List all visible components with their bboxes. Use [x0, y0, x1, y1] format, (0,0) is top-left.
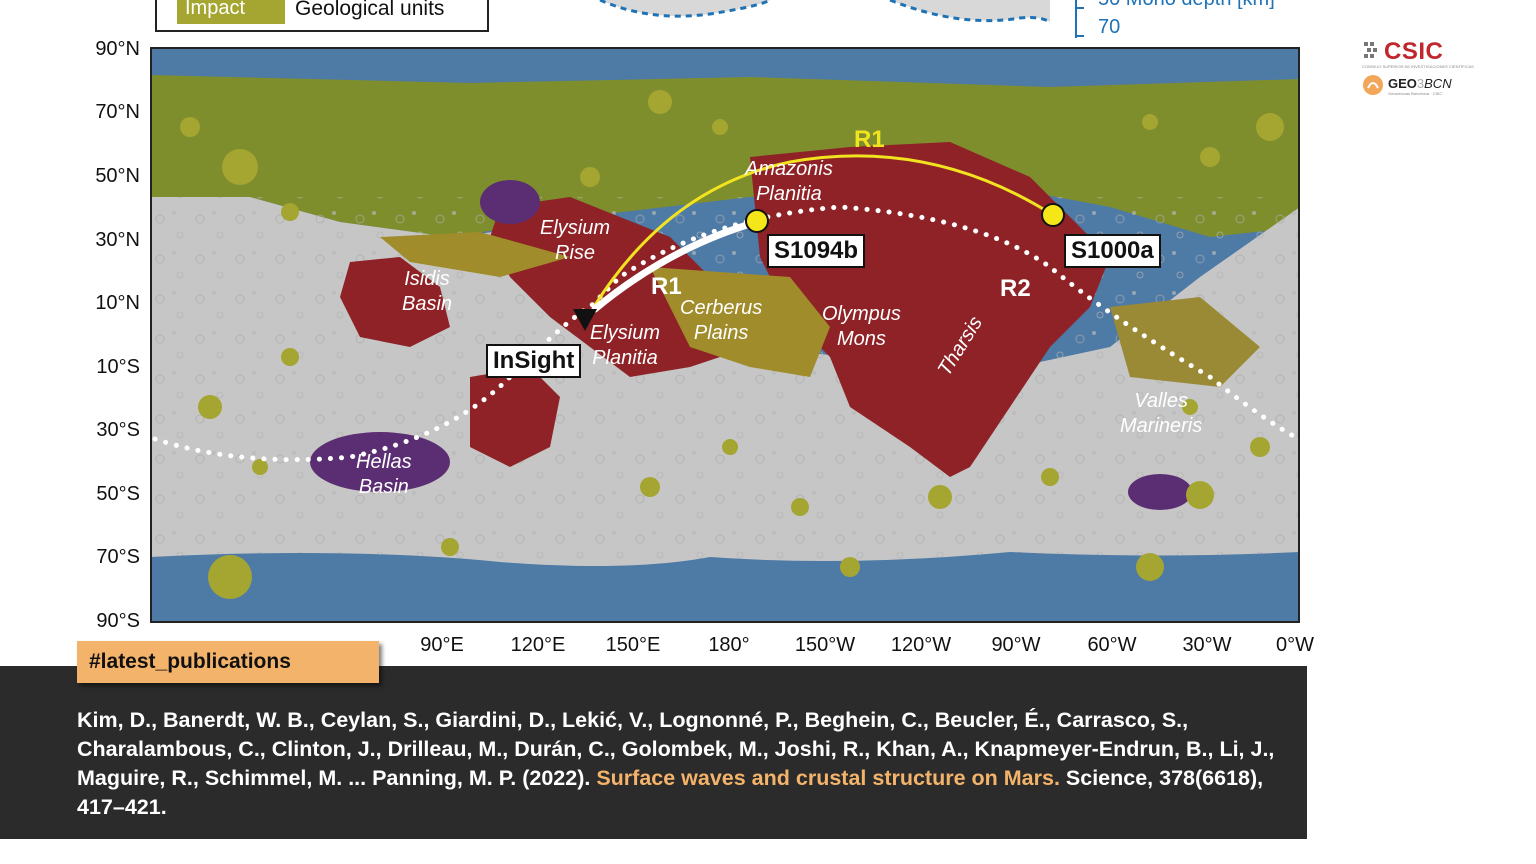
utopia-purple: [480, 180, 540, 224]
southern-basin-blue: [150, 552, 1300, 623]
s1000a-marker: [1041, 203, 1065, 227]
region-olympus-mons: Olympus Mons: [822, 303, 901, 350]
geo3bcn-geo: GEO: [1388, 76, 1417, 91]
legend-geological-units-label: Geological units: [295, 0, 445, 20]
lat-tick: 70°N: [95, 101, 140, 123]
csic-emblem-icon: [1364, 42, 1377, 58]
s1094b-marker: [745, 209, 769, 233]
lon-tick: 120°W: [890, 634, 952, 656]
lat-tick: 10°S: [96, 356, 140, 378]
lat-tick: 30°S: [96, 419, 140, 441]
lon-tick: 150°E: [605, 634, 661, 656]
latest-publications-label: #latest_publications: [89, 650, 291, 673]
latest-publications-tag: #latest_publications: [77, 641, 379, 683]
lat-tick: 30°N: [95, 229, 140, 251]
citation-title[interactable]: Surface waves and crustal structure on M…: [596, 766, 1060, 790]
lat-tick: 90°S: [96, 610, 140, 632]
lon-tick: 90°E: [420, 634, 464, 656]
station-tag-s1000a: S1000a: [1064, 234, 1161, 268]
lon-tick: 90°W: [991, 634, 1041, 656]
citation-text: Kim, D., Banerdt, W. B., Ceylan, S., Gia…: [77, 706, 1297, 822]
region-elysium-planitia: Elysium Planitia: [590, 322, 661, 369]
region-isidis-basin: Isidis Basin: [402, 268, 453, 315]
moho-depth-axis-label: 50 Moho depth [km]: [1098, 0, 1275, 11]
legend-box: Impact Geological units: [155, 0, 489, 32]
station-tag-insight: InSight: [486, 344, 582, 378]
slide: Impact Geological units 50 Moho depth [k…: [0, 0, 1536, 864]
lat-tick: 70°S: [96, 546, 140, 568]
csic-subtitle: CONSEJO SUPERIOR DE INVESTIGACIONES CIEN…: [1362, 64, 1474, 69]
lon-tick: 120°E: [510, 634, 566, 656]
region-valles-marineris: Valles Marineris: [1120, 390, 1203, 437]
geo3bcn-wordmark: GEO3BCN: [1388, 76, 1452, 91]
csic-wordmark: CSIC: [1384, 38, 1444, 65]
lat-tick: 50°N: [95, 165, 140, 187]
geo3bcn-emblem-icon: [1363, 75, 1383, 95]
moho-profile-fragment: [599, 0, 1084, 38]
region-hellas-basin: Hellas Basin: [356, 451, 412, 498]
argyre-purple: [1128, 474, 1192, 510]
region-elysium-rise: Elysium Rise: [540, 217, 611, 264]
path-label-r1-yellow: R1: [854, 126, 885, 153]
legend-impact-label: Impact: [185, 0, 246, 19]
station-tag-s1094b: S1094b: [767, 234, 866, 268]
lon-tick: 0°W: [1276, 634, 1314, 656]
lat-tick: 10°N: [95, 292, 140, 314]
lat-tick: 90°N: [95, 38, 140, 60]
geo3bcn-bcn: BCN: [1424, 76, 1452, 91]
lat-tick: 50°S: [96, 483, 140, 505]
path-label-r2: R2: [1000, 275, 1031, 302]
path-label-r1-white: R1: [651, 273, 682, 300]
moho-depth-tick-70: 70: [1098, 16, 1121, 38]
lon-tick: 180°: [708, 634, 750, 656]
geo3bcn-subtitle: Geociencias Barcelona · CSIC: [1388, 91, 1443, 96]
lon-tick: 30°W: [1182, 634, 1232, 656]
region-amazonis-planitia: Amazonis Planitia: [745, 158, 833, 205]
lon-tick: 60°W: [1087, 634, 1137, 656]
region-cerberus-plains: Cerberus Plains: [680, 297, 763, 344]
lon-tick: 150°W: [794, 634, 856, 656]
